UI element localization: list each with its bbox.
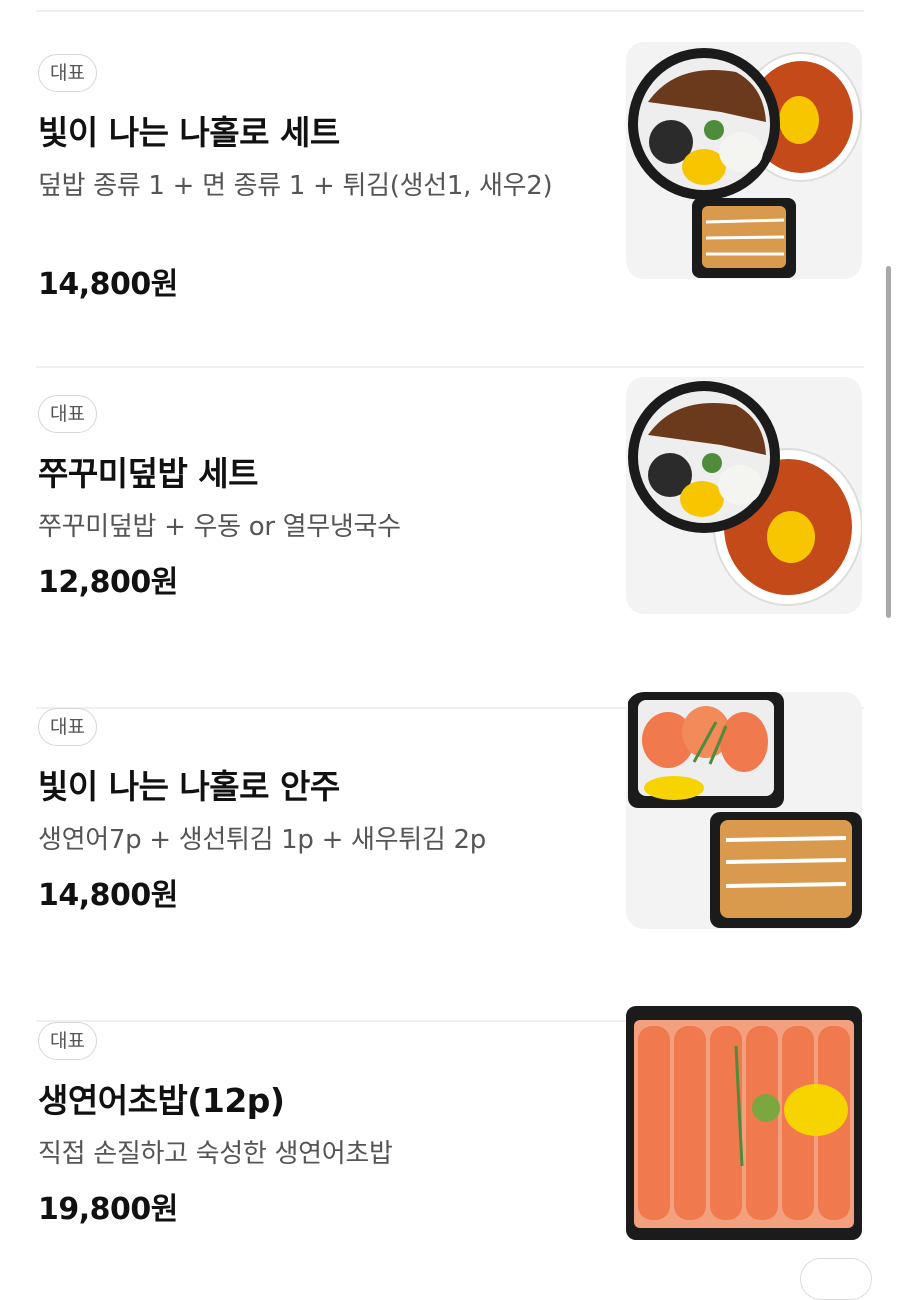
menu-item-image[interactable] <box>626 692 862 929</box>
menu-item-image[interactable] <box>626 42 862 279</box>
menu-item-description: 덮밥 종류 1 + 면 종류 1 + 튀김(생선1, 새우2) <box>38 171 553 201</box>
featured-badge: 대표 <box>38 1022 97 1060</box>
top-divider <box>36 10 864 12</box>
menu-item-price: 14,800원 <box>38 267 178 302</box>
menu-item-price: 12,800원 <box>38 565 178 600</box>
floating-button-edge[interactable] <box>800 1258 872 1300</box>
menu-item-name: 생연어초밥(12p) <box>38 1081 285 1120</box>
scrollbar[interactable] <box>886 266 891 618</box>
menu-item-4[interactable]: 대표 생연어초밥(12p) 직접 손질하고 숙성한 생연어초밥 19,800원 <box>0 1006 900 1271</box>
menu-item-price: 14,800원 <box>38 878 178 913</box>
menu-item-3[interactable]: 대표 빛이 나는 나홀로 안주 생연어7p + 생선튀김 1p + 새우튀김 2… <box>0 692 900 1022</box>
menu-item-name: 쭈꾸미덮밥 세트 <box>38 454 259 493</box>
menu-item-description: 생연어7p + 생선튀김 1p + 새우튀김 2p <box>38 825 486 855</box>
menu-item-2[interactable]: 대표 쭈꾸미덮밥 세트 쭈꾸미덮밥 + 우동 or 열무냉국수 12,800원 <box>0 377 900 709</box>
menu-item-1[interactable]: 대표 빛이 나는 나홀로 세트 덮밥 종류 1 + 면 종류 1 + 튀김(생선… <box>0 42 900 368</box>
menu-item-price: 19,800원 <box>38 1192 178 1227</box>
menu-item-name: 빛이 나는 나홀로 세트 <box>38 113 340 152</box>
menu-item-description: 직접 손질하고 숙성한 생연어초밥 <box>38 1139 393 1169</box>
featured-badge: 대표 <box>38 708 97 746</box>
menu-item-image[interactable] <box>626 377 862 614</box>
menu-item-description: 쭈꾸미덮밥 + 우동 or 열무냉국수 <box>38 512 401 542</box>
menu-item-image[interactable] <box>626 1006 862 1240</box>
divider <box>36 366 864 368</box>
featured-badge: 대표 <box>38 395 97 433</box>
featured-badge: 대표 <box>38 54 97 92</box>
menu-item-name: 빛이 나는 나홀로 안주 <box>38 767 340 806</box>
